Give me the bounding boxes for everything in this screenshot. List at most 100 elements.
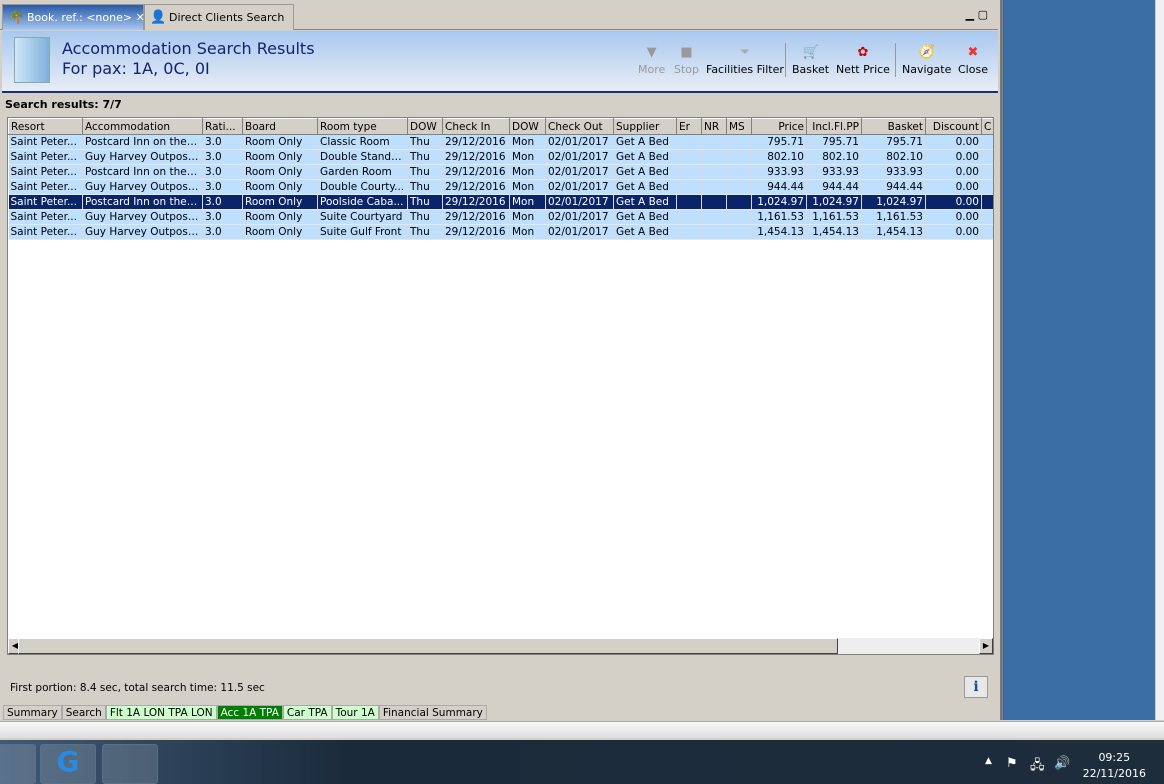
table-cell [726, 209, 752, 225]
table-cell: Classic Room [317, 134, 408, 150]
tab-direct-clients-search[interactable]: 👤 Direct Clients Search [144, 4, 294, 30]
hotel-building-icon [14, 37, 50, 83]
close-button[interactable]: ✖ Close [958, 45, 988, 76]
volume-icon[interactable]: 🔊 [1054, 756, 1070, 771]
table-cell [981, 164, 993, 180]
table-cell: Double Courty... [317, 179, 408, 195]
table-row[interactable]: Saint Peter... Guy Harvey Outpost ... 3.0 R… [8, 209, 993, 225]
table-cell: Mon [509, 134, 546, 150]
table-cell: Saint Peter... [8, 194, 83, 210]
column-header[interactable]: Price [751, 118, 807, 135]
column-header[interactable]: C [981, 118, 993, 135]
table-cell [981, 134, 993, 150]
table-cell: 795.71 [861, 134, 926, 150]
info-button[interactable]: i [964, 676, 988, 698]
table-cell: Saint Peter... [8, 149, 83, 165]
table-cell [701, 194, 727, 210]
column-header[interactable]: DOW [407, 118, 443, 135]
table-cell: Room Only [242, 209, 318, 225]
table-cell [981, 149, 993, 165]
bottom-tab[interactable]: Tour 1A [331, 705, 379, 720]
column-header[interactable]: Rati... [202, 118, 243, 135]
table-cell: Thu [407, 179, 443, 195]
column-header[interactable]: MS [726, 118, 752, 135]
table-row[interactable]: Saint Peter... Postcard Inn on the ... 3.0… [8, 164, 993, 180]
more-button[interactable]: ▼ More [638, 45, 665, 76]
table-cell: 02/01/2017 [545, 179, 614, 195]
table-cell: 1,161.53 [751, 209, 807, 225]
table-cell: Poolside Caba... [317, 194, 408, 210]
column-header[interactable]: Er [676, 118, 702, 135]
network-icon[interactable]: 🖧 [1030, 756, 1045, 778]
pax-subtitle: For pax: 1A, 0C, 0I [62, 59, 210, 78]
column-header[interactable]: Resort [8, 118, 83, 135]
column-header[interactable]: Check Out [545, 118, 614, 135]
table-cell: Thu [407, 209, 443, 225]
scroll-right-icon[interactable]: ▶ [979, 638, 993, 654]
search-time-status: First portion: 8.4 sec, total search tim… [10, 682, 265, 694]
facilities-filter-button[interactable]: ⏷ Facilities Filter [706, 45, 784, 76]
stop-button[interactable]: ■ Stop [674, 45, 699, 76]
table-cell: 29/12/2016 [442, 134, 510, 150]
column-header[interactable]: Discount [925, 118, 982, 135]
bottom-tab[interactable]: Summary [3, 705, 62, 720]
table-cell: 944.44 [861, 179, 926, 195]
bottom-tab[interactable]: Flt 1A LON TPA LON [105, 705, 217, 720]
table-cell [981, 179, 993, 195]
table-row[interactable]: Saint Peter... Guy Harvey Outpost ... 3.0 R… [8, 224, 993, 240]
app-g-icon[interactable]: G [40, 744, 96, 784]
column-header[interactable]: Basket [861, 118, 926, 135]
show-hidden-icons[interactable]: ▲ [985, 756, 992, 766]
app-layers-icon[interactable] [102, 744, 158, 784]
column-header[interactable]: Board [242, 118, 318, 135]
table-cell: 29/12/2016 [442, 209, 510, 225]
table-row[interactable]: Saint Peter... Guy Harvey Outpost ... 3.0 R… [8, 179, 993, 195]
table-cell: 944.44 [806, 179, 862, 195]
tab-booking[interactable]: 🌴 Book. ref.: <none> ✕ [2, 4, 145, 30]
column-header[interactable]: Incl.Fl.PP [806, 118, 862, 135]
table-cell: 933.93 [861, 164, 926, 180]
table-cell: Get A Bed [613, 179, 677, 195]
vertical-scrollbar[interactable] [1155, 0, 1164, 720]
page-title: Accommodation Search Results [62, 39, 315, 58]
basket-button[interactable]: 🛒 Basket [792, 45, 829, 76]
table-cell: Get A Bed [613, 224, 677, 240]
table-cell: Mon [509, 179, 546, 195]
bottom-tab[interactable]: Car TPA [282, 705, 332, 720]
maximize-icon[interactable]: ▢ [978, 8, 988, 21]
table-cell: Postcard Inn on the ... [82, 164, 203, 180]
window-horizontal-scrollbar[interactable] [0, 721, 1164, 738]
table-row[interactable]: Saint Peter... Postcard Inn on the ... 3.0… [8, 134, 993, 150]
table-cell: Saint Peter... [8, 134, 83, 150]
column-header[interactable]: Supplier [613, 118, 677, 135]
table-cell [701, 224, 727, 240]
clock[interactable]: 09:25 22/11/2016 [1083, 750, 1146, 782]
action-center-flag-icon[interactable]: ⚑ [1006, 756, 1018, 771]
table-cell: 3.0 [202, 209, 243, 225]
minimize-icon[interactable]: ▁ [966, 8, 974, 21]
table-cell [701, 149, 727, 165]
column-header[interactable]: Check In [442, 118, 510, 135]
table-horizontal-scrollbar[interactable]: ◀ ▶ [8, 638, 993, 654]
navigate-button[interactable]: 🧭 Navigate [902, 45, 951, 76]
table-cell: Room Only [242, 164, 318, 180]
column-header[interactable]: Accommodation [82, 118, 203, 135]
table-cell: 1,454.13 [751, 224, 807, 240]
nett-price-button[interactable]: ✿ Nett Price [836, 45, 890, 76]
table-cell: Saint Peter... [8, 209, 83, 225]
table-row[interactable]: Saint Peter... Postcard Inn on the ... 3.0… [8, 194, 993, 210]
column-header[interactable]: DOW [509, 118, 546, 135]
table-row[interactable]: Saint Peter... Guy Harvey Outpost ... 3.0 R… [8, 149, 993, 165]
bottom-tab[interactable]: Financial Summary [378, 705, 487, 720]
table-cell: 02/01/2017 [545, 134, 614, 150]
bottom-tab[interactable]: Acc 1A TPA [216, 705, 283, 720]
table-cell [676, 224, 702, 240]
bottom-tab[interactable]: Search [61, 705, 106, 720]
table-cell: 29/12/2016 [442, 179, 510, 195]
remote-desktop-icon[interactable] [0, 744, 36, 784]
column-header[interactable]: NR [701, 118, 727, 135]
table-cell [701, 209, 727, 225]
column-header[interactable]: Room type [317, 118, 408, 135]
scroll-thumb[interactable] [18, 638, 838, 654]
table-cell: 802.10 [751, 149, 807, 165]
